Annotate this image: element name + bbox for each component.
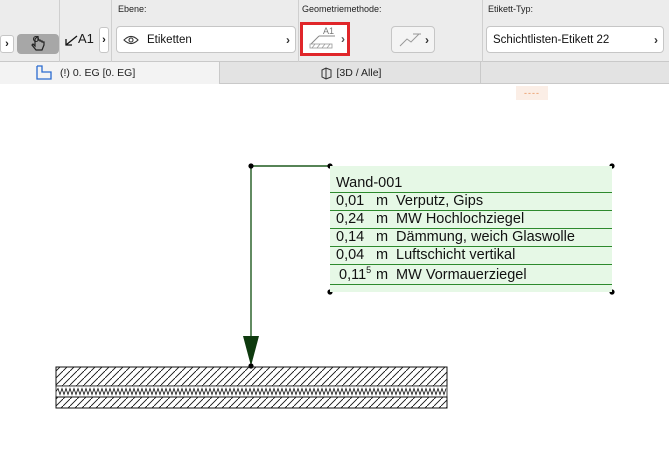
layer-thickness-wrap: 0,115 [336,265,376,283]
composite-layer-label[interactable]: Wand-001 0,01 m Verputz, Gips 0,24 m MW Ho… [330,166,612,292]
layer-unit: m [376,211,389,227]
layer-unit: m [376,247,389,263]
layer-unit: m [376,193,389,209]
layer-thickness: 0,04 [336,247,365,263]
layer-material: MW Vormauerziegel [396,267,527,283]
label-layer-row: 0,24 m MW Hochlochziegel [336,211,524,229]
layer-thickness-superscript: 5 [366,265,372,275]
layer-material: MW Hochlochziegel [396,211,525,227]
layer-material: Luftschicht vertikal [396,247,516,263]
label-divider [330,284,612,285]
label-leader-line [250,165,330,350]
label-title: Wand-001 [336,175,403,191]
layer-thickness: 0,24 [336,211,365,227]
layer-thickness: 0,14 [336,229,365,245]
wall-section[interactable] [55,366,448,409]
label-layer-row: 0,14 m Dämmung, weich Glaswolle [336,229,575,247]
label-layer-row: 0,115 m MW Vormauerziegel [336,265,527,283]
leader-hotspot [248,163,254,169]
layer-unit: m [376,229,389,245]
layer-unit: m [376,267,389,283]
leader-arrowhead [243,336,259,366]
layer-thickness: 0,01 [336,193,365,209]
label-layer-row: 0,01 m Verputz, Gips [336,193,483,211]
layer-thickness: 0,11 [339,267,367,283]
layer-material: Verputz, Gips [396,193,484,209]
layer-material: Dämmung, weich Glaswolle [396,229,575,245]
label-layer-row: 0,04 m Luftschicht vertikal [336,247,515,265]
